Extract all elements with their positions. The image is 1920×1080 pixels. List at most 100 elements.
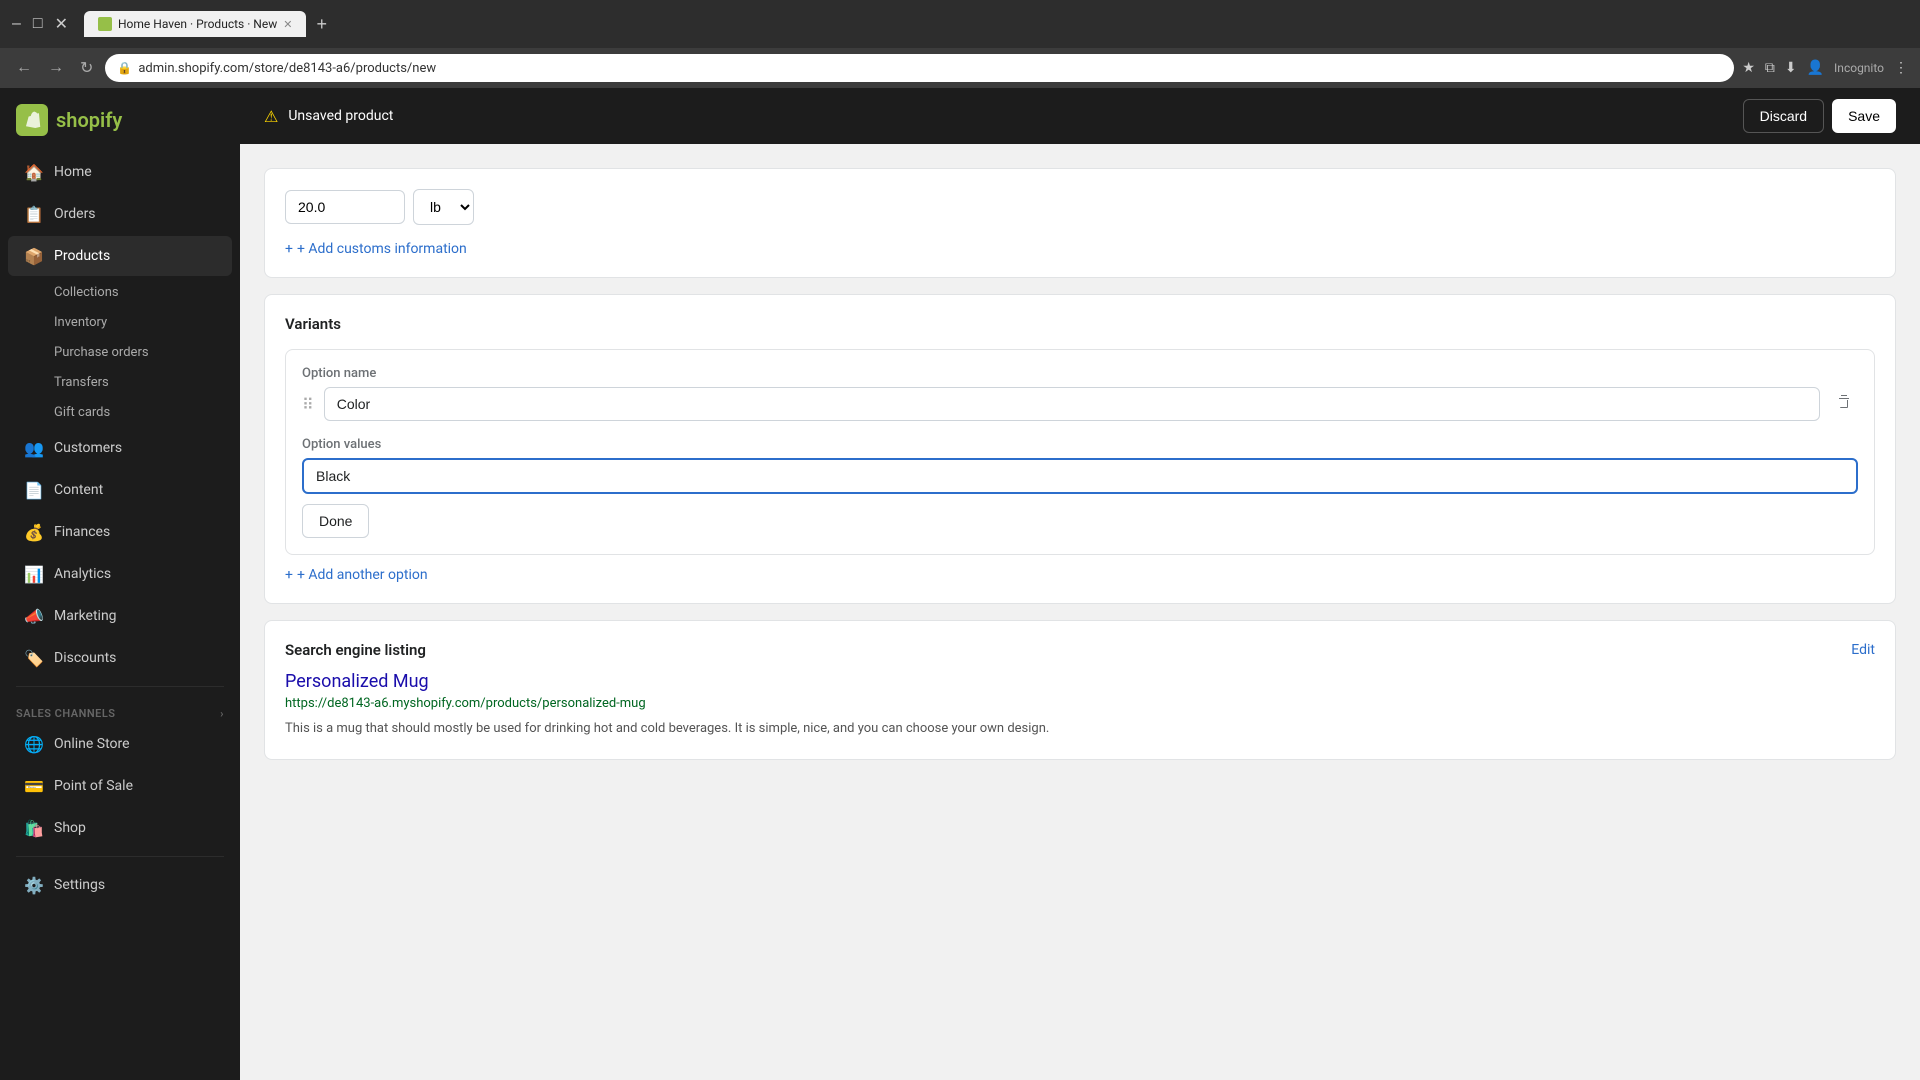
option-values-section: Option values Done <box>302 437 1858 538</box>
incognito-label: Incognito <box>1834 61 1884 75</box>
sidebar-item-gift-cards[interactable]: Gift cards <box>8 398 232 427</box>
discard-button[interactable]: Discard <box>1743 99 1824 133</box>
seo-url: https://de8143-a6.myshopify.com/products… <box>285 696 1875 711</box>
maximize-button[interactable]: □ <box>33 15 43 33</box>
customers-icon: 👥 <box>24 438 44 458</box>
browser-header: – □ ✕ Home Haven · Products · New ✕ + ← … <box>0 0 1920 88</box>
app-wrapper: – □ ✕ Home Haven · Products · New ✕ + ← … <box>0 0 1920 1080</box>
logo-text: shopify <box>56 108 122 132</box>
new-tab-button[interactable]: + <box>310 14 333 35</box>
option-row: ⠿ <box>302 387 1858 421</box>
option-values-input[interactable] <box>302 458 1858 494</box>
variants-card: Variants Option name ⠿ <box>264 294 1896 604</box>
seo-product-title[interactable]: Personalized Mug <box>285 671 1875 692</box>
lock-icon: 🔒 <box>117 61 132 75</box>
add-customs-label: + Add customs information <box>297 241 467 257</box>
weight-card: lb kg g oz + + Add customs information <box>264 168 1896 278</box>
sidebar-item-label-content: Content <box>54 482 103 498</box>
sales-channels-expand-icon[interactable]: › <box>220 707 224 720</box>
sidebar-item-label-orders: Orders <box>54 206 96 222</box>
purchase-orders-label: Purchase orders <box>54 345 149 360</box>
variant-option-block: Option name ⠿ Option values <box>285 349 1875 555</box>
weight-input[interactable] <box>285 190 405 224</box>
option-name-input[interactable] <box>324 387 1820 421</box>
online-store-icon: 🌐 <box>24 734 44 754</box>
minimize-button[interactable]: – <box>12 15 21 33</box>
option-values-label: Option values <box>302 437 1858 452</box>
sales-channels-label: Sales channels <box>16 707 116 720</box>
sidebar-item-label-customers: Customers <box>54 440 122 456</box>
drag-handle-icon[interactable]: ⠿ <box>302 395 314 414</box>
add-customs-link[interactable]: + + Add customs information <box>285 241 1875 257</box>
sidebar-item-label-point-of-sale: Point of Sale <box>54 778 133 794</box>
tab-close-icon[interactable]: ✕ <box>283 18 292 31</box>
seo-description: This is a mug that should mostly be used… <box>285 719 1875 739</box>
sidebar-item-orders[interactable]: 📋 Orders <box>8 194 232 234</box>
sidebar-item-settings[interactable]: ⚙️ Settings <box>8 865 232 905</box>
sidebar-logo: shopify <box>0 88 240 152</box>
done-button[interactable]: Done <box>302 504 369 538</box>
add-another-option-link[interactable]: + + Add another option <box>285 567 1875 583</box>
collections-label: Collections <box>54 285 119 300</box>
shop-icon: 🛍️ <box>24 818 44 838</box>
sidebar-item-online-store[interactable]: 🌐 Online Store <box>8 724 232 764</box>
sidebar-item-analytics[interactable]: 📊 Analytics <box>8 554 232 594</box>
sidebar-item-collections[interactable]: Collections <box>8 278 232 307</box>
sidebar-item-label-marketing: Marketing <box>54 608 117 624</box>
home-icon: 🏠 <box>24 162 44 182</box>
seo-edit-link[interactable]: Edit <box>1851 642 1875 658</box>
delete-option-button[interactable] <box>1830 388 1858 421</box>
sidebar: shopify 🏠 Home 📋 Orders 📦 Products Colle… <box>0 88 240 1080</box>
save-button[interactable]: Save <box>1832 99 1896 133</box>
sidebar-item-inventory[interactable]: Inventory <box>8 308 232 337</box>
sidebar-item-home[interactable]: 🏠 Home <box>8 152 232 192</box>
sidebar-item-shop[interactable]: 🛍️ Shop <box>8 808 232 848</box>
plus-icon: + <box>285 241 293 257</box>
active-tab[interactable]: Home Haven · Products · New ✕ <box>84 11 306 37</box>
profile-icon[interactable]: 👤 <box>1807 60 1824 76</box>
back-button[interactable]: ← <box>12 55 36 81</box>
seo-section-title: Search engine listing <box>285 641 426 659</box>
url-text: admin.shopify.com/store/de8143-a6/produc… <box>138 61 1722 76</box>
sidebar-item-label-discounts: Discounts <box>54 650 116 666</box>
sidebar-item-label-analytics: Analytics <box>54 566 111 582</box>
gift-cards-label: Gift cards <box>54 405 110 420</box>
sidebar-item-discounts[interactable]: 🏷️ Discounts <box>8 638 232 678</box>
browser-chrome: – □ ✕ Home Haven · Products · New ✕ + <box>0 0 1920 48</box>
sidebar-item-point-of-sale[interactable]: 💳 Point of Sale <box>8 766 232 806</box>
sidebar-item-content[interactable]: 📄 Content <box>8 470 232 510</box>
browser-window-controls: – □ ✕ <box>12 14 68 34</box>
refresh-button[interactable]: ↻ <box>76 54 97 82</box>
top-bar: ⚠ Unsaved product Discard Save <box>240 88 1920 144</box>
sidebar-item-label-finances: Finances <box>54 524 110 540</box>
sidebar-item-products[interactable]: 📦 Products <box>8 236 232 276</box>
address-bar[interactable]: 🔒 admin.shopify.com/store/de8143-a6/prod… <box>105 54 1734 82</box>
tab-title: Home Haven · Products · New <box>118 17 277 31</box>
sidebar-item-customers[interactable]: 👥 Customers <box>8 428 232 468</box>
forward-button[interactable]: → <box>44 55 68 81</box>
sidebar-item-purchase-orders[interactable]: Purchase orders <box>8 338 232 367</box>
top-bar-left: ⚠ Unsaved product <box>264 107 393 126</box>
settings-icon: ⚙️ <box>24 875 44 895</box>
sidebar-item-transfers[interactable]: Transfers <box>8 368 232 397</box>
sidebar-item-marketing[interactable]: 📣 Marketing <box>8 596 232 636</box>
sidebar-item-label-products: Products <box>54 248 110 264</box>
address-bar-row: ← → ↻ 🔒 admin.shopify.com/store/de8143-a… <box>0 48 1920 88</box>
weight-unit-select[interactable]: lb kg g oz <box>413 189 474 225</box>
trash-icon <box>1836 394 1852 410</box>
sidebar-item-label-shop: Shop <box>54 820 86 836</box>
products-icon: 📦 <box>24 246 44 266</box>
seo-card: Search engine listing Edit Personalized … <box>264 620 1896 760</box>
inner-layout: shopify 🏠 Home 📋 Orders 📦 Products Colle… <box>0 88 1920 1080</box>
warning-icon: ⚠ <box>264 107 278 126</box>
menu-icon[interactable]: ⋮ <box>1894 60 1908 76</box>
seo-header: Search engine listing Edit <box>285 641 1875 659</box>
bookmark-icon[interactable]: ★ <box>1742 60 1755 76</box>
sidebar-item-finances[interactable]: 💰 Finances <box>8 512 232 552</box>
extensions-icon[interactable]: ⧉ <box>1765 60 1775 76</box>
top-bar-actions: Discard Save <box>1743 99 1896 133</box>
point-of-sale-icon: 💳 <box>24 776 44 796</box>
weight-row: lb kg g oz <box>285 189 1875 225</box>
close-button[interactable]: ✕ <box>55 14 68 34</box>
download-icon[interactable]: ⬇ <box>1785 60 1797 76</box>
